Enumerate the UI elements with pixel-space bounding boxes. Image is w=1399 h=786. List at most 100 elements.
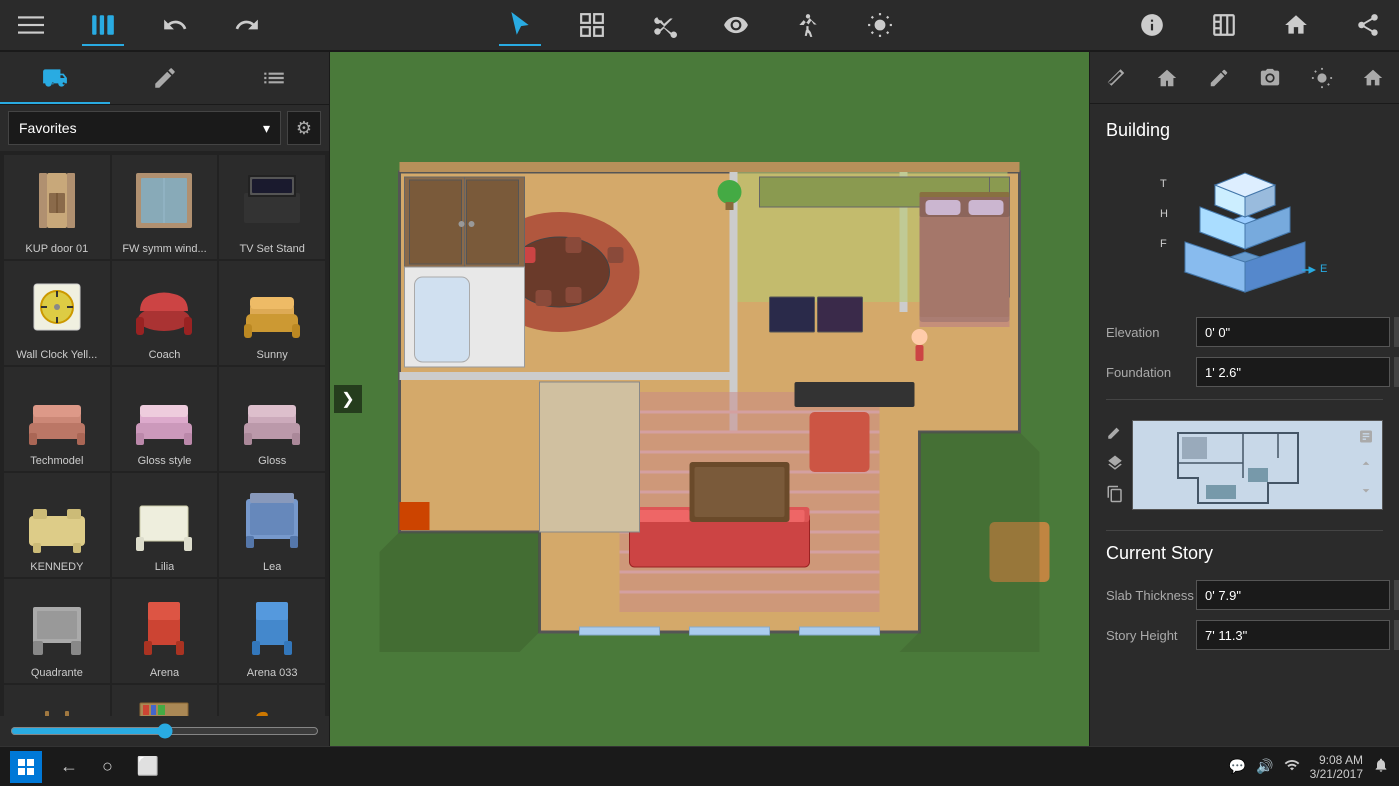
- mini-3d-icon[interactable]: [1358, 429, 1374, 448]
- left-tabs: [0, 52, 329, 105]
- tab-style[interactable]: [110, 52, 220, 104]
- tab-sun-right[interactable]: [1296, 52, 1348, 103]
- group-button[interactable]: [571, 8, 613, 42]
- elevation-decrease[interactable]: −: [1394, 317, 1399, 332]
- building-viz: T H F E: [1106, 157, 1383, 297]
- item-label: Gloss style: [138, 455, 192, 467]
- mini-down-icon[interactable]: [1358, 483, 1374, 502]
- list-item[interactable]: [219, 685, 325, 716]
- items-grid: KUP door 01 FW symm wind...: [0, 151, 329, 716]
- story-height-input[interactable]: [1196, 620, 1390, 650]
- left-panel: Favorites ▾ ⚙ KUP door 01: [0, 52, 330, 746]
- list-item[interactable]: TV Set Stand: [219, 155, 325, 259]
- mini-up-icon[interactable]: [1358, 456, 1374, 475]
- elevation-increase[interactable]: +: [1394, 332, 1399, 347]
- floor-copy-icon[interactable]: [1106, 485, 1124, 508]
- list-item[interactable]: Wall Clock Yell...: [4, 261, 110, 365]
- taskbar-date: 3/21/2017: [1310, 767, 1363, 781]
- export-button[interactable]: [1203, 8, 1245, 42]
- slab-thickness-label: Slab Thickness: [1106, 588, 1196, 603]
- redo-button[interactable]: [226, 8, 268, 42]
- list-item[interactable]: Arena: [112, 579, 218, 683]
- expand-button[interactable]: ❯: [334, 385, 362, 413]
- list-item[interactable]: Coach: [112, 261, 218, 365]
- info-button[interactable]: [1131, 8, 1173, 42]
- notification-icon[interactable]: 💬: [1229, 758, 1246, 775]
- eye-button[interactable]: [715, 8, 757, 42]
- list-item[interactable]: KENNEDY: [4, 473, 110, 577]
- list-item[interactable]: Gloss: [219, 367, 325, 471]
- list-item[interactable]: Gloss style: [112, 367, 218, 471]
- sun-button[interactable]: [859, 8, 901, 42]
- slab-decrease[interactable]: −: [1394, 580, 1399, 595]
- mini-floor-plan[interactable]: [1132, 420, 1383, 510]
- tab-edit[interactable]: [1193, 52, 1245, 103]
- tab-material[interactable]: [1142, 52, 1194, 103]
- zoom-slider-bar: [0, 716, 329, 746]
- list-item[interactable]: Techmodel: [4, 367, 110, 471]
- list-item[interactable]: Lilia: [112, 473, 218, 577]
- item-label: KENNEDY: [30, 561, 83, 573]
- volume-icon[interactable]: 🔊: [1256, 758, 1273, 775]
- foundation-input[interactable]: [1196, 357, 1390, 387]
- elevation-input[interactable]: [1196, 317, 1390, 347]
- main-area: Favorites ▾ ⚙ KUP door 01: [0, 52, 1399, 746]
- elevation-row: Elevation − +: [1106, 317, 1383, 347]
- foundation-decrease[interactable]: −: [1394, 357, 1399, 372]
- top-toolbar: [0, 0, 1399, 52]
- settings-button[interactable]: ⚙: [287, 111, 321, 145]
- item-label: KUP door 01: [25, 243, 88, 255]
- item-label: Quadrante: [31, 667, 83, 679]
- list-item[interactable]: KUP door 01: [4, 155, 110, 259]
- list-item[interactable]: Arena 033: [219, 579, 325, 683]
- task-view-button[interactable]: ⬜: [131, 754, 165, 779]
- search-button[interactable]: ○: [96, 754, 119, 779]
- foundation-increase[interactable]: +: [1394, 372, 1399, 387]
- undo-button[interactable]: [154, 8, 196, 42]
- list-item[interactable]: [4, 685, 110, 716]
- floor-edit-icon[interactable]: [1106, 423, 1124, 446]
- walk-button[interactable]: [787, 8, 829, 42]
- right-panel: Building: [1089, 52, 1399, 746]
- notifications-bell[interactable]: [1373, 757, 1389, 776]
- item-label: Lea: [263, 561, 281, 573]
- select-button[interactable]: [499, 8, 541, 42]
- start-button[interactable]: [10, 751, 42, 783]
- svg-text:F: F: [1160, 238, 1167, 250]
- tab-list[interactable]: [219, 52, 329, 104]
- zoom-slider[interactable]: [10, 723, 319, 739]
- library-button[interactable]: [82, 8, 124, 42]
- list-item[interactable]: Sunny: [219, 261, 325, 365]
- building-title: Building: [1106, 120, 1383, 141]
- divider: [1106, 399, 1383, 400]
- favorites-dropdown[interactable]: Favorites ▾: [8, 111, 281, 145]
- center-canvas[interactable]: ❯: [330, 52, 1089, 746]
- list-item[interactable]: Quadrante: [4, 579, 110, 683]
- slab-increase[interactable]: +: [1394, 595, 1399, 610]
- network-icon[interactable]: [1284, 757, 1300, 776]
- list-item[interactable]: [112, 685, 218, 716]
- back-button[interactable]: ←: [54, 754, 84, 779]
- svg-text:T: T: [1160, 178, 1167, 190]
- list-item[interactable]: FW symm wind...: [112, 155, 218, 259]
- tab-camera[interactable]: [1245, 52, 1297, 103]
- story-height-row: Story Height − +: [1106, 620, 1383, 650]
- scissors-button[interactable]: [643, 8, 685, 42]
- taskbar: ← ○ ⬜ 💬 🔊 9:08 AM 3/21/2017: [0, 746, 1399, 786]
- share-button[interactable]: [1347, 8, 1389, 42]
- item-label: Techmodel: [30, 455, 83, 467]
- item-label: Arena: [150, 667, 179, 679]
- current-story-title: Current Story: [1106, 543, 1383, 564]
- list-item[interactable]: Lea: [219, 473, 325, 577]
- tab-home-right[interactable]: [1348, 52, 1399, 103]
- floor-layers-icon[interactable]: [1106, 454, 1124, 477]
- tab-measure[interactable]: [1090, 52, 1142, 103]
- home-top-button[interactable]: [1275, 8, 1317, 42]
- slab-thickness-row: Slab Thickness − +: [1106, 580, 1383, 610]
- tab-furniture[interactable]: [0, 52, 110, 104]
- svg-text:H: H: [1160, 208, 1168, 220]
- slab-thickness-input[interactable]: [1196, 580, 1390, 610]
- menu-button[interactable]: [10, 8, 52, 42]
- story-height-decrease[interactable]: −: [1394, 620, 1399, 635]
- story-height-increase[interactable]: +: [1394, 635, 1399, 650]
